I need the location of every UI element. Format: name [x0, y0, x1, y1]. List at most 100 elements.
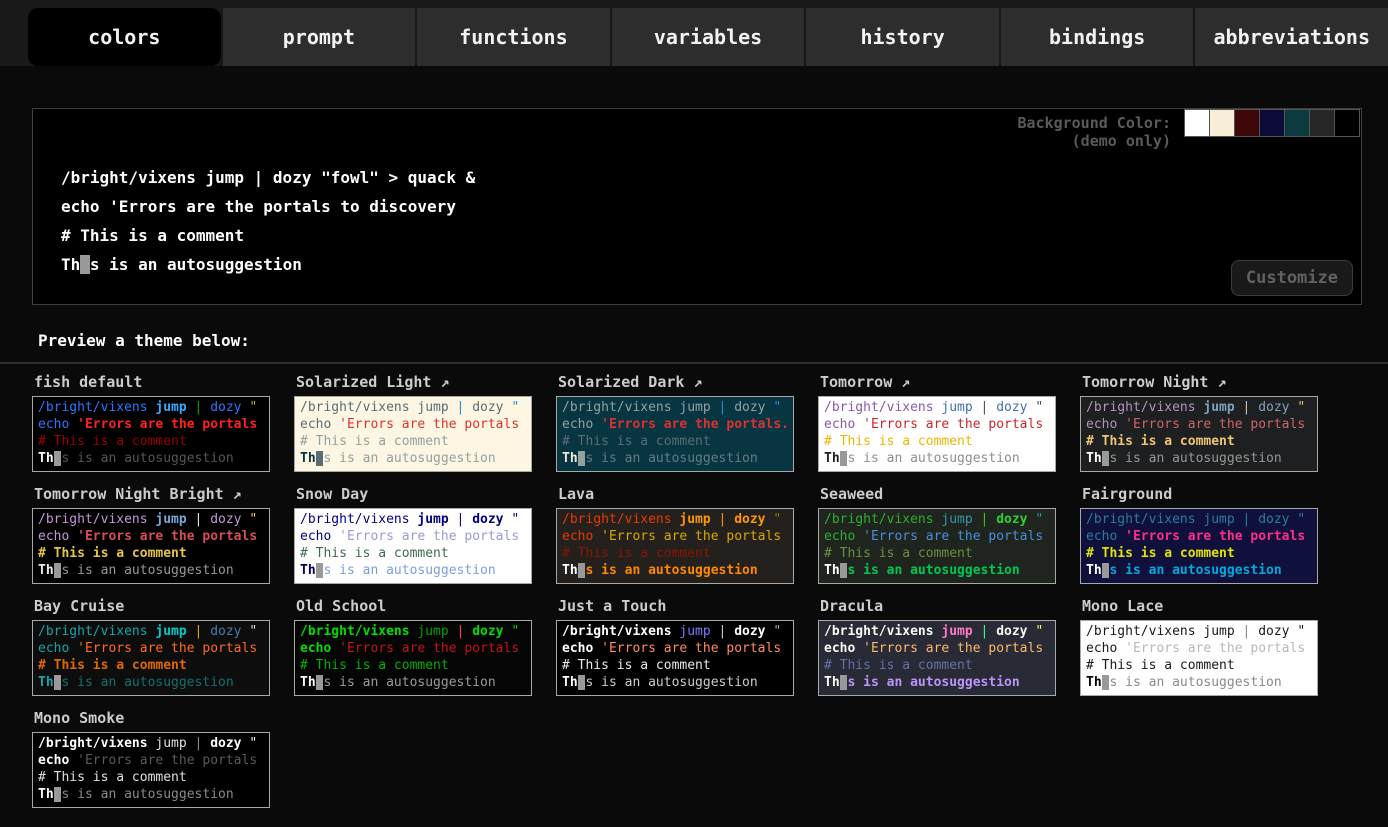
theme-preview-line: This is an autosuggestion — [300, 450, 531, 467]
text-segment: jump — [148, 624, 187, 639]
theme-preview-line: echo 'Errors are the portals — [1086, 528, 1317, 545]
tab-functions[interactable]: functions — [415, 8, 610, 66]
section-divider — [0, 362, 1388, 364]
theme-swatch-preview[interactable]: /bright/vixens jump | dozy "echo 'Errors… — [32, 396, 270, 472]
theme-preview-line: echo 'Errors are the portals — [562, 528, 793, 545]
text-segment: jump — [148, 736, 187, 751]
theme-preview-line: # This is a comment — [1086, 433, 1317, 450]
theme-card-tomorrow-night[interactable]: Tomorrow Night ↗/bright/vixens jump | do… — [1080, 373, 1320, 472]
text-segment: /bright/vixens — [38, 512, 148, 527]
theme-card-dracula[interactable]: Dracula/bright/vixens jump | dozy "echo … — [818, 597, 1058, 696]
theme-card-fish-default[interactable]: fish default/bright/vixens jump | dozy "… — [32, 373, 272, 472]
theme-card-tomorrow[interactable]: Tomorrow ↗/bright/vixens jump | dozy "ec… — [818, 373, 1058, 472]
text-segment: # This is a comment — [562, 546, 711, 561]
background-swatch-5[interactable] — [1309, 109, 1335, 137]
theme-swatch-preview[interactable]: /bright/vixens jump | dozy "echo 'Errors… — [294, 508, 532, 584]
tab-colors[interactable]: colors — [28, 8, 221, 66]
text-segment: jump — [1196, 512, 1235, 527]
text-segment: Th — [61, 255, 80, 274]
theme-card-mono-lace[interactable]: Mono Lace/bright/vixens jump | dozy "ech… — [1080, 597, 1320, 696]
background-color-label-line1: Background Color: — [1017, 114, 1171, 132]
theme-card-old-school[interactable]: Old School/bright/vixens jump | dozy "ec… — [294, 597, 534, 696]
theme-card-fairground[interactable]: Fairground/bright/vixens jump | dozy "ec… — [1080, 485, 1320, 584]
customize-button[interactable]: Customize — [1231, 260, 1353, 296]
theme-preview-line: /bright/vixens jump | dozy " — [562, 511, 793, 528]
background-swatch-0[interactable] — [1184, 109, 1210, 137]
text-segment: dozy — [996, 400, 1027, 415]
theme-swatch-preview[interactable]: /bright/vixens jump | dozy "echo 'Errors… — [32, 620, 270, 696]
text-segment: s is an autosuggestion — [847, 563, 1019, 578]
theme-preview-line: /bright/vixens jump | dozy " — [824, 623, 1055, 640]
text-segment: jump — [1196, 624, 1235, 639]
background-swatch-2[interactable] — [1234, 109, 1260, 137]
background-color-label: Background Color: (demo only) — [1017, 114, 1171, 150]
text-segment: /bright/vixens — [300, 624, 410, 639]
text-segment: 'Errors are the portals — [77, 753, 257, 768]
text-segment: # This is a comment — [1086, 546, 1235, 561]
theme-swatch-preview[interactable]: /bright/vixens jump | dozy "echo 'Errors… — [818, 620, 1056, 696]
theme-preview-line: echo 'Errors are the portals — [1086, 416, 1317, 433]
theme-swatch-preview[interactable]: /bright/vixens jump | dozy "echo 'Errors… — [556, 508, 794, 584]
text-segment: " — [1290, 512, 1306, 527]
theme-preview-line: # This is a comment — [38, 769, 269, 786]
text-segment: " — [1290, 624, 1306, 639]
theme-swatch-preview[interactable]: /bright/vixens jump | dozy "echo 'Errors… — [1080, 508, 1318, 584]
text-segment: Th — [38, 563, 54, 578]
tab-prompt[interactable]: prompt — [221, 8, 416, 66]
theme-preview-line: This is an autosuggestion — [1086, 450, 1317, 467]
terminal-line: This is an autosuggestion — [61, 250, 1361, 279]
theme-card-lava[interactable]: Lava/bright/vixens jump | dozy "echo 'Er… — [556, 485, 796, 584]
theme-card-mono-smoke[interactable]: Mono Smoke/bright/vixens jump | dozy "ec… — [32, 709, 272, 808]
theme-swatch-preview[interactable]: /bright/vixens jump | dozy "echo 'Errors… — [294, 620, 532, 696]
background-swatch-6[interactable] — [1334, 109, 1360, 137]
background-swatch-1[interactable] — [1209, 109, 1235, 137]
text-segment: /bright/vixens — [1086, 512, 1196, 527]
theme-swatch-preview[interactable]: /bright/vixens jump | dozy "echo 'Errors… — [818, 508, 1056, 584]
theme-preview-line: /bright/vixens jump | dozy " — [38, 399, 269, 416]
background-swatch-4[interactable] — [1284, 109, 1310, 137]
text-segment: 'Errors are the portals. — [601, 417, 789, 432]
theme-card-solarized-light[interactable]: Solarized Light ↗/bright/vixens jump | d… — [294, 373, 534, 472]
theme-preview-line: # This is a comment — [824, 657, 1055, 674]
theme-card-just-a-touch[interactable]: Just a Touch/bright/vixens jump | dozy "… — [556, 597, 796, 696]
text-segment: s is an autosuggestion — [1109, 675, 1281, 690]
text-segment: dozy — [1258, 400, 1289, 415]
theme-card-snow-day[interactable]: Snow Day/bright/vixens jump | dozy "echo… — [294, 485, 534, 584]
theme-name: Lava — [558, 485, 796, 503]
text-segment: Th — [1086, 563, 1102, 578]
text-segment: " — [766, 400, 782, 415]
text-segment: " — [504, 512, 520, 527]
theme-card-bay-cruise[interactable]: Bay Cruise/bright/vixens jump | dozy "ec… — [32, 597, 272, 696]
theme-swatch-preview[interactable]: /bright/vixens jump | dozy "echo 'Errors… — [556, 620, 794, 696]
theme-card-seaweed[interactable]: Seaweed/bright/vixens jump | dozy "echo … — [818, 485, 1058, 584]
theme-swatch-preview[interactable]: /bright/vixens jump | dozy "echo 'Errors… — [1080, 396, 1318, 472]
theme-card-solarized-dark[interactable]: Solarized Dark ↗/bright/vixens jump | do… — [556, 373, 796, 472]
text-segment: echo 'Errors are the portals to discover… — [61, 197, 456, 216]
text-segment: s is an autosuggestion — [323, 563, 495, 578]
theme-card-tomorrow-night-bright[interactable]: Tomorrow Night Bright ↗/bright/vixens ju… — [32, 485, 272, 584]
theme-swatch-preview[interactable]: /bright/vixens jump | dozy "echo 'Errors… — [294, 396, 532, 472]
theme-swatch-preview[interactable]: /bright/vixens jump | dozy "echo 'Errors… — [32, 732, 270, 808]
tab-abbreviations[interactable]: abbreviations — [1193, 8, 1388, 66]
text-segment: # This is a comment — [300, 658, 449, 673]
tab-variables[interactable]: variables — [610, 8, 805, 66]
text-segment: jump — [148, 400, 187, 415]
text-segment: s is an autosuggestion — [90, 255, 302, 274]
text-segment: Th — [562, 563, 578, 578]
theme-preview-line: This is an autosuggestion — [1086, 562, 1317, 579]
theme-swatch-preview[interactable]: /bright/vixens jump | dozy "echo 'Errors… — [32, 508, 270, 584]
text-segment: | — [449, 400, 472, 415]
theme-swatch-preview[interactable]: /bright/vixens jump | dozy "echo 'Errors… — [556, 396, 794, 472]
text-segment: | — [1235, 400, 1258, 415]
text-segment: " — [242, 400, 258, 415]
text-segment: | — [973, 624, 996, 639]
background-swatch-3[interactable] — [1259, 109, 1285, 137]
text-segment: # This is a comment — [38, 658, 187, 673]
theme-swatch-preview[interactable]: /bright/vixens jump | dozy "echo 'Errors… — [1080, 620, 1318, 696]
tab-history[interactable]: history — [804, 8, 999, 66]
tab-bindings[interactable]: bindings — [999, 8, 1194, 66]
theme-name: Old School — [296, 597, 534, 615]
theme-swatch-preview[interactable]: /bright/vixens jump | dozy "echo 'Errors… — [818, 396, 1056, 472]
theme-preview-line: This is an autosuggestion — [300, 562, 531, 579]
text-segment: echo — [300, 417, 339, 432]
